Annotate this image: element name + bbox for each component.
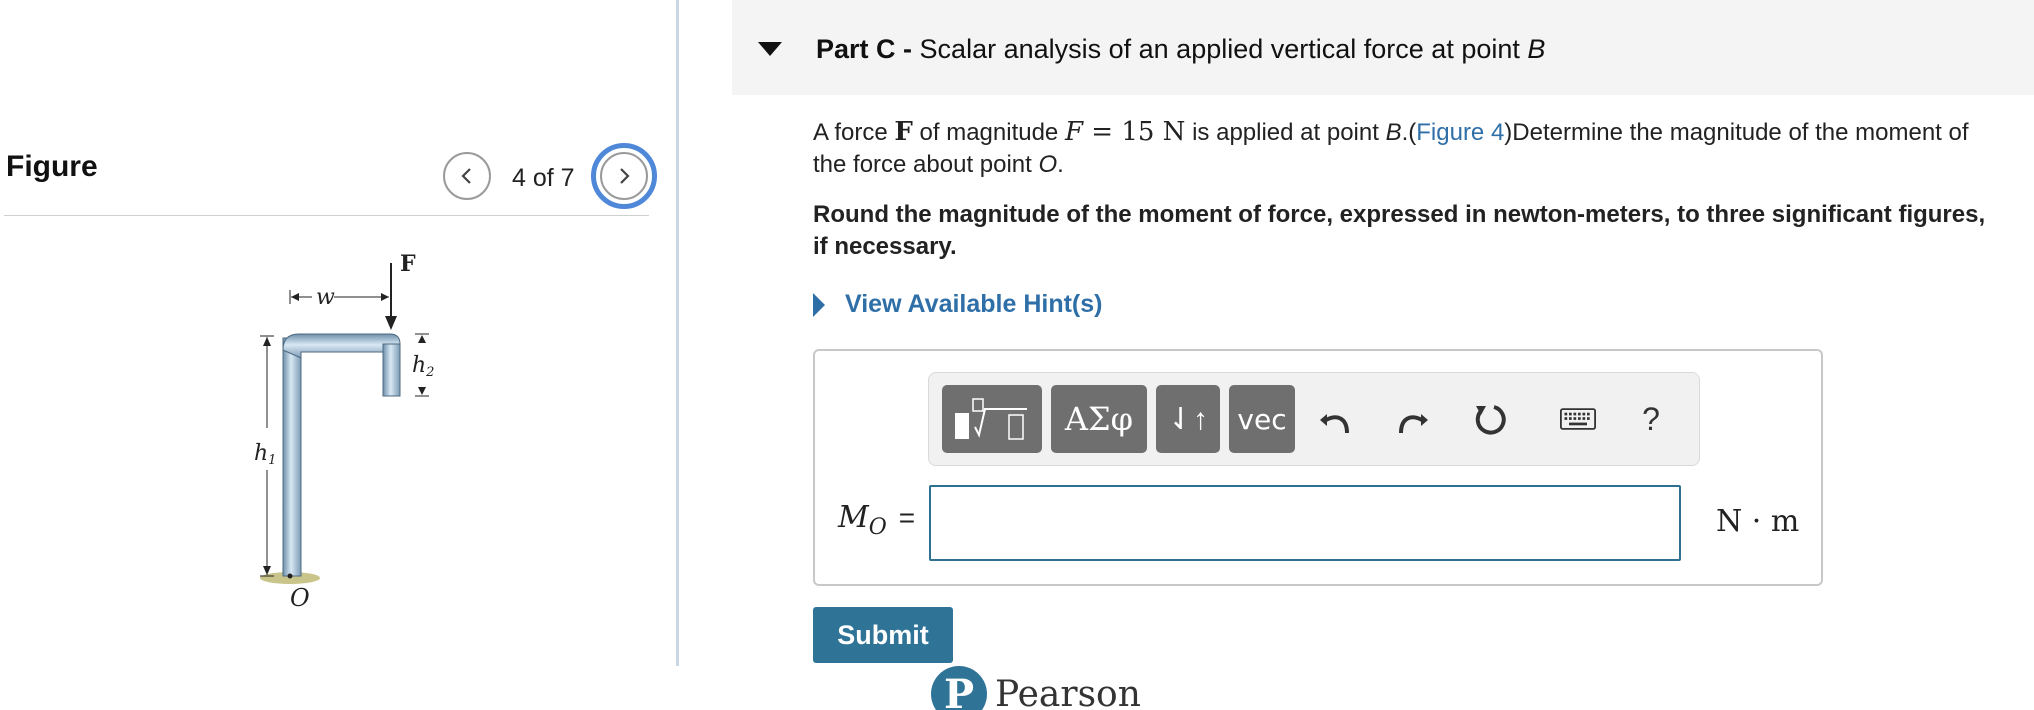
panel-splitter[interactable]: [676, 0, 679, 666]
redo-button[interactable]: [1391, 397, 1435, 441]
part-title: Part C - Scalar analysis of an applied v…: [816, 34, 1546, 64]
templates-icon: [955, 398, 1027, 440]
force-arrowhead: [385, 316, 397, 330]
origin-point: [287, 573, 293, 579]
previous-figure-button[interactable]: [443, 152, 491, 200]
figure-title: Figure: [6, 150, 98, 183]
hint-label: View Available Hint(s): [845, 290, 1103, 318]
chevron-right-icon: [620, 168, 630, 184]
figure-divider: [4, 215, 649, 216]
pearson-logo-icon: P: [931, 666, 987, 710]
h2-label: h2: [412, 353, 434, 380]
h2-arrow-top: [418, 335, 426, 343]
redo-icon: [1399, 414, 1428, 434]
figure-counter: 4 of 7: [512, 164, 575, 192]
h2-arrow-bottom: [418, 387, 426, 395]
w-label: w: [316, 285, 335, 310]
instruction-text: Round the magnitude of the moment of for…: [813, 201, 1986, 260]
w-arrow-left: [291, 293, 299, 301]
origin-label: O: [290, 584, 310, 612]
question-text: A force F of magnitude F = 15 N is appli…: [813, 117, 1969, 178]
answer-variable-label: MO =: [838, 500, 916, 540]
view-hints-toggle[interactable]: View Available Hint(s): [813, 290, 1102, 319]
greek-symbols-button[interactable]: ΑΣφ: [1051, 385, 1147, 453]
templates-button[interactable]: [942, 385, 1042, 453]
submit-button[interactable]: Submit: [813, 607, 953, 663]
help-button[interactable]: ?: [1629, 397, 1673, 441]
caret-right-icon: [813, 292, 825, 317]
figure-diagram: F w h1 h2 O: [254, 251, 434, 612]
undo-button[interactable]: [1313, 397, 1357, 441]
pipe-vertical: [282, 337, 302, 577]
collapse-caret-icon[interactable]: [758, 42, 782, 56]
pearson-brand-text: Pearson: [995, 674, 1141, 710]
undo-icon: [1320, 414, 1349, 434]
h1-arrow-top: [263, 337, 271, 346]
math-toolbar: ΑΣφ ⇃↑ vec ?: [928, 372, 1700, 466]
vector-button[interactable]: vec: [1229, 385, 1295, 453]
answer-unit: N · m: [1716, 504, 1800, 539]
keyboard-button[interactable]: [1556, 397, 1600, 441]
pipe-top: [282, 333, 401, 359]
figure-link[interactable]: Figure 4: [1416, 119, 1504, 146]
part-header[interactable]: Part C - Scalar analysis of an applied v…: [732, 0, 2034, 95]
keyboard-icon: [1560, 408, 1596, 430]
reset-icon: [1475, 405, 1506, 435]
pearson-footer: P Pearson: [931, 666, 1141, 710]
h1-label: h1: [254, 441, 276, 468]
reset-button[interactable]: [1468, 397, 1512, 441]
pipe-drop: [382, 343, 401, 397]
w-arrow-right: [381, 293, 389, 301]
force-label: F: [400, 251, 416, 277]
next-figure-button[interactable]: [600, 152, 648, 200]
answer-input[interactable]: [929, 485, 1681, 561]
subscript-superscript-button[interactable]: ⇃↑: [1156, 385, 1220, 453]
chevron-left-icon: [461, 168, 471, 184]
